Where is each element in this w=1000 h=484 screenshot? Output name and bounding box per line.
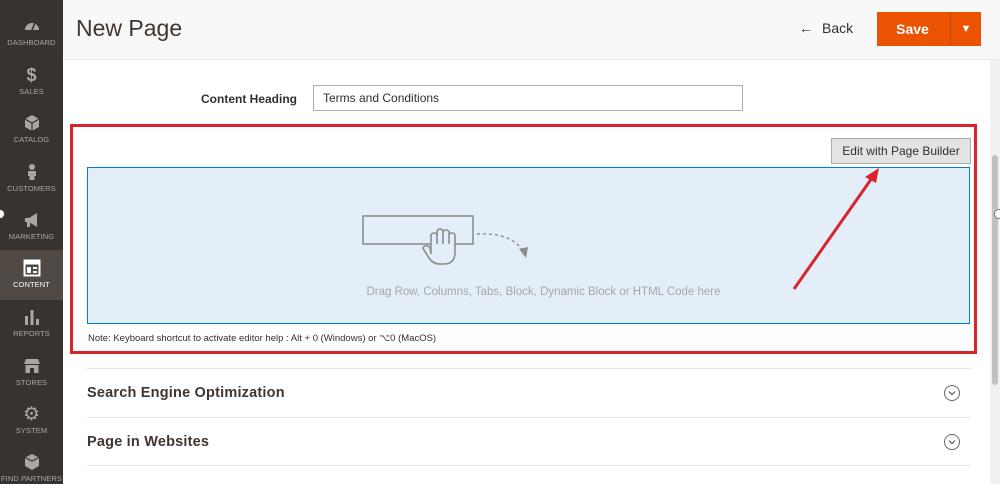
store-icon — [22, 356, 42, 376]
keyboard-shortcut-note: Note: Keyboard shortcut to activate edit… — [88, 333, 437, 344]
nav-item-content[interactable]: CONTENT — [0, 250, 63, 300]
nav-item-system[interactable]: ⚙ SYSTEM — [0, 396, 63, 444]
nav-item-dashboard[interactable]: DASHBOARD — [0, 8, 63, 56]
nav-item-find-partners[interactable]: FIND PARTNERS — [0, 444, 63, 484]
page-builder-drop-zone[interactable]: Drag Row, Columns, Tabs, Block, Dynamic … — [87, 167, 970, 324]
dollar-icon: $ — [26, 64, 37, 85]
admin-sidebar: DASHBOARD $ SALES CATALOG CUSTOMERS MARK… — [0, 0, 63, 484]
drag-hand-icon — [362, 215, 528, 265]
save-label: Save — [896, 21, 929, 37]
nav-label: STORES — [15, 378, 48, 387]
section-title: Page in Websites — [87, 433, 210, 450]
chevron-down-icon — [944, 434, 960, 450]
layout-icon — [22, 258, 42, 278]
back-button[interactable]: ← Back — [799, 20, 853, 36]
content-heading-input[interactable]: Terms and Conditions — [313, 85, 743, 111]
section-page-in-websites[interactable]: Page in Websites — [87, 417, 970, 466]
nav-item-customers[interactable]: CUSTOMERS — [0, 154, 63, 202]
main-content: Content Heading Terms and Conditions Edi… — [63, 60, 1000, 484]
caret-down-icon[interactable]: ▼ — [950, 12, 981, 46]
scroll-handle[interactable] — [994, 209, 1000, 219]
bar-chart-icon — [22, 307, 42, 327]
box-icon — [22, 452, 42, 472]
chevron-down-icon — [944, 385, 960, 401]
nav-label: DASHBOARD — [7, 38, 56, 47]
nav-label: REPORTS — [13, 329, 50, 338]
nav-label: MARKETING — [8, 232, 55, 241]
nav-label: CUSTOMERS — [7, 184, 56, 193]
section-seo[interactable]: Search Engine Optimization — [87, 368, 970, 417]
nav-item-catalog[interactable]: CATALOG — [0, 105, 63, 153]
nav-label: FIND PARTNERS — [0, 474, 63, 483]
nav-label: CATALOG — [13, 135, 50, 144]
megaphone-icon — [22, 210, 42, 230]
section-title: Search Engine Optimization — [87, 385, 285, 401]
gear-icon: ⚙ — [22, 403, 41, 425]
arrow-left-icon: ← — [799, 20, 813, 36]
person-icon — [22, 162, 42, 182]
nav-item-sales[interactable]: $ SALES — [0, 57, 63, 105]
drop-zone-hint: Drag Row, Columns, Tabs, Block, Dynamic … — [366, 286, 721, 298]
nav-label: CONTENT — [13, 280, 50, 289]
scroll-thumb[interactable] — [992, 155, 998, 385]
back-label: Back — [822, 20, 854, 36]
save-button[interactable]: Save ▼ — [877, 12, 981, 46]
page-title: New Page — [76, 15, 183, 41]
nav-item-stores[interactable]: STORES — [0, 348, 63, 396]
nav-label: SALES — [19, 87, 44, 96]
dashboard-icon — [22, 16, 42, 36]
content-heading-label: Content Heading — [201, 92, 297, 106]
page-header: New Page ← Back Save ▼ — [63, 0, 1000, 60]
nav-item-marketing[interactable]: MARKETING — [0, 202, 63, 250]
edit-with-page-builder-button[interactable]: Edit with Page Builder — [831, 138, 971, 164]
nav-item-reports[interactable]: REPORTS — [0, 299, 63, 347]
nav-label: SYSTEM — [15, 426, 48, 435]
cube-icon — [22, 113, 42, 133]
scrollbar[interactable] — [990, 60, 1000, 484]
